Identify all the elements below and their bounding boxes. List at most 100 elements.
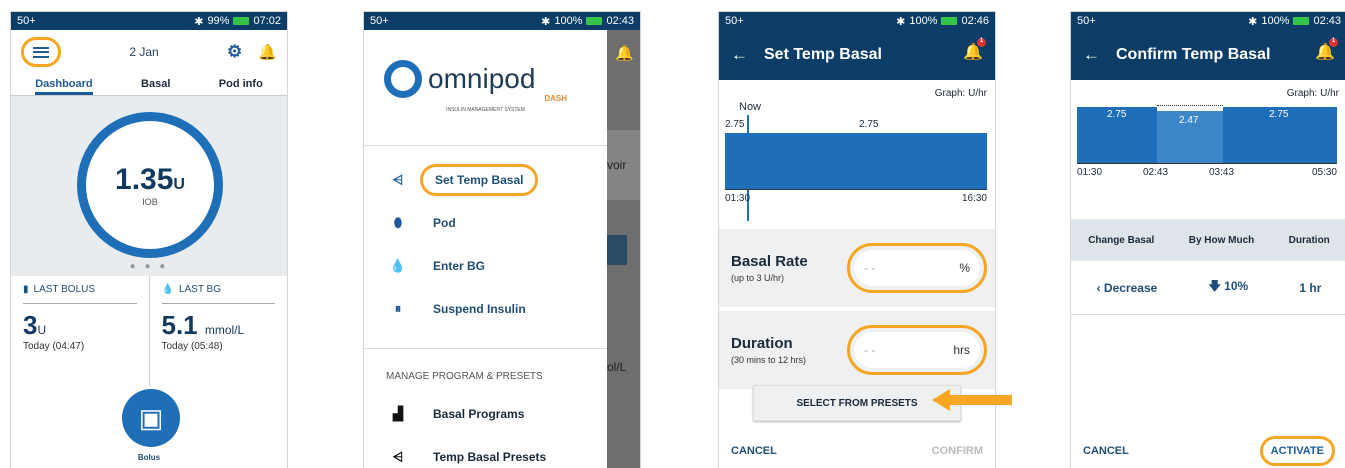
battery-level: 100% xyxy=(909,15,938,27)
battery-level: 99% xyxy=(207,15,230,27)
summary-header: Change Basal By How Much Duration xyxy=(1071,219,1345,261)
menu-item-set-temp-basal[interactable]: ⩤ Set Temp Basal xyxy=(364,158,607,201)
bluetooth-icon: ✱ xyxy=(194,15,204,28)
duration-value: 1 hr xyxy=(1299,280,1322,295)
menu-item-enter-bg[interactable]: 💧 Enter BG xyxy=(364,244,607,287)
last-bolus-label: LAST BOLUS xyxy=(33,284,96,295)
graph-label: Graph: U/hr xyxy=(1286,88,1339,99)
header-duration: Duration xyxy=(1288,234,1330,246)
menu-item-label: Suspend Insulin xyxy=(433,301,526,316)
temp-basal-icon: ⩤ xyxy=(392,448,404,464)
drop-icon: 💧 xyxy=(389,257,407,273)
cancel-button[interactable]: CANCEL xyxy=(731,445,777,457)
gear-icon[interactable]: ⚙ xyxy=(227,42,242,62)
notification-badge: 1 xyxy=(1329,38,1338,47)
activate-button[interactable]: ACTIVATE xyxy=(1259,436,1335,466)
notification-badge: 1 xyxy=(977,38,986,47)
iob-ring: 1.35U IOB xyxy=(77,112,223,258)
screen-header: ← Set Temp Basal 🔔 1 xyxy=(719,30,995,80)
change-value: ‹ Decrease xyxy=(1097,281,1158,295)
pause-icon: ⏸ xyxy=(394,300,402,316)
menu-item-label: Pod xyxy=(433,215,456,230)
percent-unit: % xyxy=(959,261,970,275)
last-bg-value: 5.1 mmol/L xyxy=(162,310,276,341)
stats-row: ▮ LAST BOLUS 3U Today (04:47) 💧 LAST BG 5.… xyxy=(11,276,287,386)
dimmed-background[interactable]: voir ol/L 🔔 xyxy=(607,30,640,468)
basal-program-icon: ▟ xyxy=(393,405,403,421)
bell-icon: 🔔 xyxy=(615,45,634,62)
signal-indicator: 50+ xyxy=(370,15,389,27)
clock: 07:02 xyxy=(253,15,281,27)
chevron-left-icon: ‹ xyxy=(1096,280,1104,295)
tab-dashboard[interactable]: Dashboard xyxy=(35,74,93,95)
rate-1: 2.75 xyxy=(1107,109,1127,120)
rate-mid: 2.75 xyxy=(859,119,879,130)
iob-value: 1.35U xyxy=(115,163,185,197)
menu-item-temp-basal-presets[interactable]: ⩤ Temp Basal Presets xyxy=(364,435,607,468)
bell-icon[interactable]: 🔔 1 xyxy=(963,38,986,62)
header-change-basal: Change Basal xyxy=(1088,234,1155,246)
last-bolus-unit: U xyxy=(37,323,47,337)
clock: 02:43 xyxy=(606,15,634,27)
bolus-button[interactable]: ▣ xyxy=(122,389,180,447)
last-bolus-value: 3U xyxy=(23,310,137,341)
omnipod-logo: omnipod xyxy=(364,30,607,98)
last-bg-label: LAST BG xyxy=(178,284,222,295)
bell-icon[interactable]: 🔔 xyxy=(258,43,277,61)
bluetooth-icon: ✱ xyxy=(541,15,551,28)
time-2: 02:43 xyxy=(1143,167,1169,178)
battery-icon xyxy=(233,17,250,25)
basal-rate-placeholder: - - xyxy=(864,261,876,275)
status-bar: 50+ ✱ 100% 02:46 xyxy=(719,12,995,30)
signal-indicator: 50+ xyxy=(17,15,36,27)
menu-item-suspend-insulin[interactable]: ⏸ Suspend Insulin xyxy=(364,287,607,330)
last-bolus-stat: ▮ LAST BOLUS 3U Today (04:47) xyxy=(11,276,149,386)
change-text: Decrease xyxy=(1103,280,1158,295)
status-bar: 50+ ✱ 100% 02:43 xyxy=(1071,12,1345,30)
bolus-label: Bolus xyxy=(137,453,161,462)
back-arrow-icon[interactable]: ← xyxy=(1083,45,1100,65)
menu-item-pod[interactable]: ⬮ Pod xyxy=(364,201,607,244)
duration-input[interactable]: - - hrs xyxy=(847,325,987,375)
duration-placeholder: - - xyxy=(864,343,876,357)
bell-icon[interactable]: 🔔 1 xyxy=(1315,38,1338,62)
tab-basal[interactable]: Basal xyxy=(141,74,170,95)
duration-row: Duration (30 mins to 12 hrs) - - hrs xyxy=(719,311,995,389)
page-dots[interactable]: ● ● ● xyxy=(11,261,287,272)
pod-icon: ⬮ xyxy=(393,214,403,230)
basal-rate-row: Basal Rate (up to 3 U/hr) - -% xyxy=(719,229,995,307)
select-from-presets-button[interactable]: SELECT FROM PRESETS xyxy=(753,385,961,421)
screen-title: Set Temp Basal xyxy=(764,46,882,63)
basal-graph: Now 2.75 2.75 01:30 16:30 xyxy=(719,99,995,229)
hamburger-icon xyxy=(33,46,49,58)
amount-value: 🡇 10% xyxy=(1208,277,1248,298)
basal-rate-sub: (up to 3 U/hr) xyxy=(731,273,785,283)
menu-item-label: Temp Basal Presets xyxy=(433,449,547,464)
clock: 02:46 xyxy=(961,15,989,27)
menu-button[interactable] xyxy=(21,37,61,67)
dashboard-tabs: Dashboard Basal Pod info xyxy=(11,74,287,96)
confirm-button[interactable]: CONFIRM xyxy=(932,445,983,457)
menu-item-label: Set Temp Basal xyxy=(420,163,539,196)
footer-actions: CANCEL CONFIRM xyxy=(719,434,995,468)
status-bar: 50+ ✱ 100% 02:43 xyxy=(364,12,640,30)
date-label: 2 Jan xyxy=(129,45,159,59)
last-bolus-time: Today (04:47) xyxy=(23,341,85,352)
drop-icon: 💧 xyxy=(161,284,174,295)
menu-item-basal-programs[interactable]: ▟ Basal Programs xyxy=(364,392,607,435)
cancel-button[interactable]: CANCEL xyxy=(1083,445,1129,457)
screen-title: Confirm Temp Basal xyxy=(1116,46,1271,63)
time-end: 16:30 xyxy=(961,193,987,204)
bolus-vial-icon: ▮ xyxy=(23,284,29,295)
temp-basal-icon: ⩤ xyxy=(392,171,404,187)
basal-rate-input[interactable]: - -% xyxy=(847,243,987,293)
menu-item-label: Enter BG xyxy=(433,258,486,273)
logo-brand: omnipod xyxy=(428,63,536,94)
rate-2: 2.47 xyxy=(1179,115,1199,126)
iob-panel: 1.35U IOB ● ● ● xyxy=(11,96,287,276)
time-3: 03:43 xyxy=(1209,167,1235,178)
back-arrow-icon[interactable]: ← xyxy=(731,45,748,65)
tab-pod-info[interactable]: Pod info xyxy=(219,74,263,95)
original-rate-line xyxy=(1157,105,1223,106)
section-header: MANAGE PROGRAM & PRESETS xyxy=(364,348,607,392)
